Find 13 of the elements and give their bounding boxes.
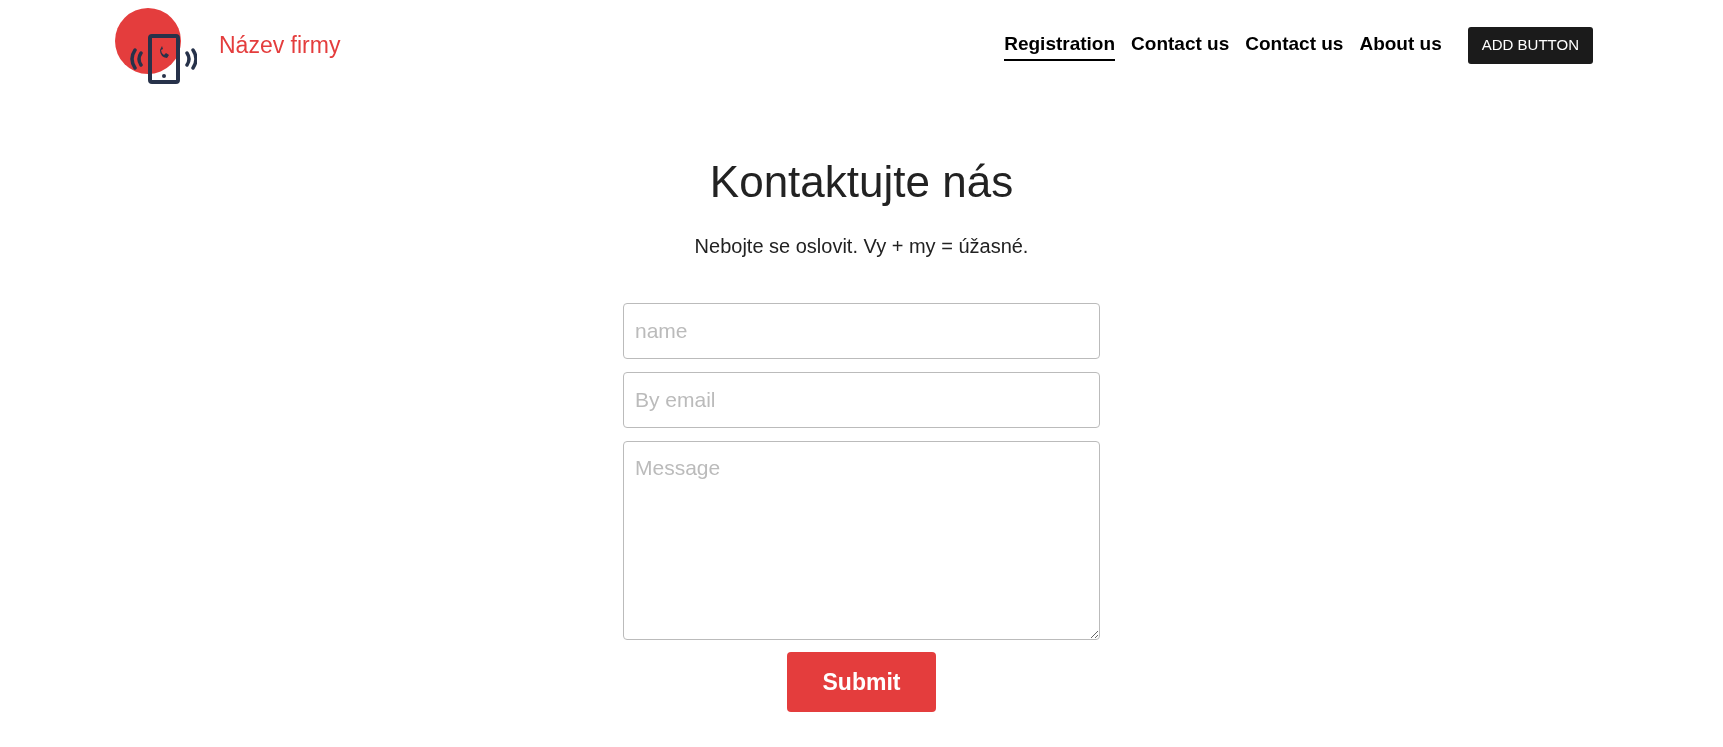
nav-link[interactable]: Registration: [1004, 29, 1116, 62]
subtitle: Nebojte se oslovit. Vy + my = úžasné.: [693, 233, 1030, 259]
nav-link[interactable]: Contact us: [1131, 29, 1230, 62]
message-field[interactable]: Message: [623, 440, 1100, 640]
submit-button[interactable]: Submit: [787, 651, 936, 712]
add-button[interactable]: ADD BUTTON: [1467, 27, 1593, 64]
text-field[interactable]: name: [623, 302, 1100, 359]
page-heading: Kontaktujte nás: [708, 156, 1015, 208]
nav-link[interactable]: About us: [1359, 29, 1442, 62]
brand-name: Název firmy: [219, 31, 341, 61]
phone-logo-icon: [115, 7, 197, 84]
nav-link[interactable]: Contact us: [1245, 29, 1344, 62]
text-field[interactable]: By email: [623, 371, 1100, 428]
